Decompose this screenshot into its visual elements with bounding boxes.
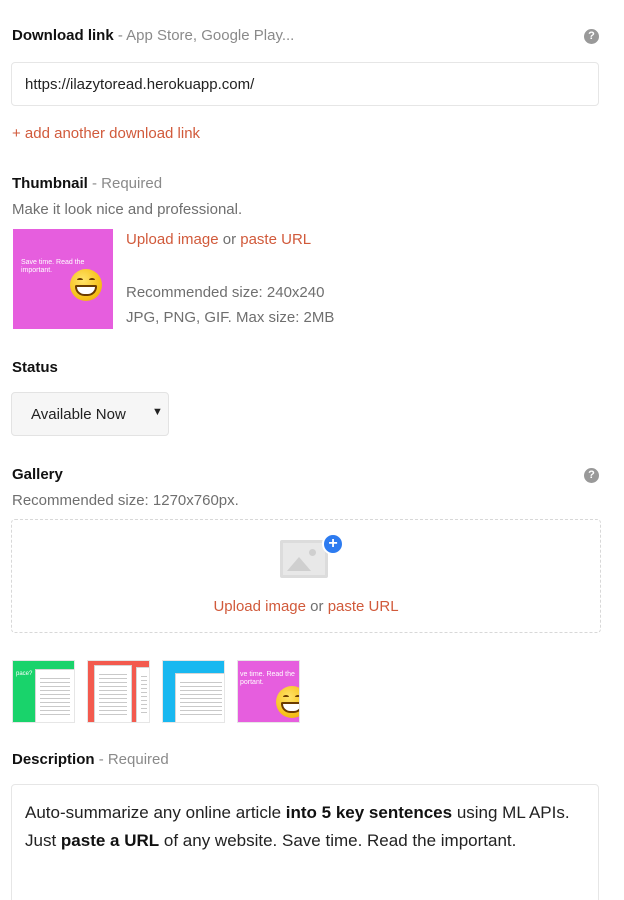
description-line-2: Just paste a URL of any website. Save ti… bbox=[25, 831, 517, 850]
grin-emoji-icon bbox=[70, 269, 102, 301]
description-line-1: Auto-summarize any online article into 5… bbox=[25, 803, 570, 822]
gallery-paste-url-link[interactable]: paste URL bbox=[328, 598, 399, 615]
thumbnail-upload-link[interactable]: Upload image bbox=[126, 231, 219, 248]
image-placeholder-icon bbox=[280, 540, 328, 578]
thumbnail-upload-row: Upload image or paste URL bbox=[126, 231, 312, 248]
status-selected-value: Available Now bbox=[31, 406, 126, 423]
thumbnail-paste-url-link[interactable]: paste URL bbox=[240, 231, 311, 248]
description-textarea[interactable]: Auto-summarize any online article into 5… bbox=[11, 784, 599, 900]
grin-emoji-icon bbox=[276, 686, 299, 718]
gallery-hint: Recommended size: 1270x760px. bbox=[12, 492, 239, 509]
thumbnail-size-hint: Recommended size: 240x240 bbox=[126, 284, 325, 301]
download-link-input[interactable] bbox=[11, 62, 599, 106]
gallery-upload-row: Upload image or paste URL bbox=[213, 598, 399, 615]
gallery-dropzone[interactable]: + Upload image or paste URL bbox=[11, 519, 601, 633]
thumbnail-hint: Make it look nice and professional. bbox=[12, 201, 243, 218]
thumbnail-label: Thumbnail - Required bbox=[12, 175, 163, 192]
gallery-upload-link[interactable]: Upload image bbox=[213, 598, 306, 615]
chevron-down-icon: ▼ bbox=[152, 406, 163, 418]
add-image-icon[interactable]: + bbox=[322, 533, 344, 555]
gallery-thumbnail[interactable]: pace? bbox=[12, 660, 75, 723]
thumbnail-image[interactable]: Save time. Read the important. bbox=[13, 229, 113, 329]
gallery-thumbnail[interactable] bbox=[87, 660, 150, 723]
help-icon[interactable]: ? bbox=[584, 468, 599, 483]
add-download-link[interactable]: + add another download link bbox=[12, 125, 200, 142]
thumbnail-format-hint: JPG, PNG, GIF. Max size: 2MB bbox=[126, 309, 335, 326]
download-link-label: Download link - App Store, Google Play..… bbox=[12, 27, 295, 44]
help-icon[interactable]: ? bbox=[584, 29, 599, 44]
status-label: Status bbox=[12, 359, 58, 376]
gallery-thumbnail[interactable] bbox=[162, 660, 225, 723]
gallery-label: Gallery bbox=[12, 466, 63, 483]
description-label: Description - Required bbox=[12, 751, 169, 768]
status-select[interactable]: Available Now ▼ bbox=[11, 392, 169, 436]
gallery-thumbnail[interactable]: ve time. Read the portant. bbox=[237, 660, 300, 723]
